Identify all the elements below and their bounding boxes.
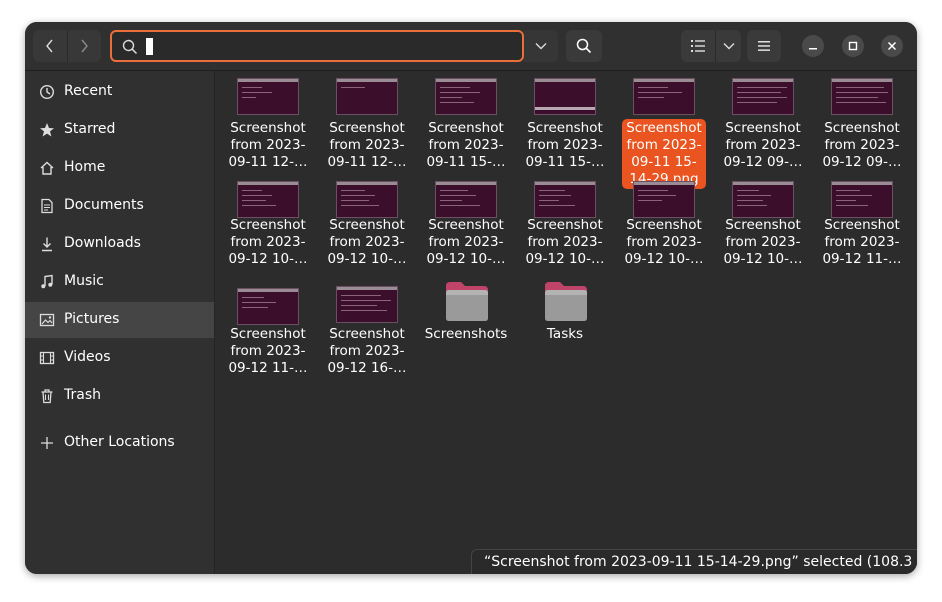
sidebar-item-trash[interactable]: Trash	[25, 378, 214, 414]
search-icon	[122, 39, 138, 55]
folder-name: Tasks	[546, 326, 584, 342]
star-icon	[40, 123, 54, 137]
sidebar-item-starred[interactable]: Starred	[25, 112, 214, 148]
file-name: Screenshot from 2023-09-12 11-…	[228, 326, 308, 376]
sidebar-item-other-locations[interactable]: Other Locations	[25, 425, 214, 461]
sidebar-item-downloads[interactable]: Downloads	[25, 226, 214, 262]
music-icon	[41, 274, 53, 289]
text-cursor	[146, 38, 153, 55]
sidebar-item-label: Documents	[64, 197, 144, 213]
image-thumbnail	[435, 78, 497, 115]
image-thumbnail	[534, 181, 596, 218]
back-button[interactable]	[33, 30, 67, 62]
file-name: Screenshot from 2023-09-11 12-…	[327, 120, 407, 170]
download-icon	[42, 237, 52, 252]
image-thumbnail	[336, 78, 398, 115]
close-icon	[887, 41, 897, 51]
close-button[interactable]	[881, 35, 903, 57]
file-manager-window: Recent Starred Home Documents Downloads …	[25, 22, 917, 574]
forward-button[interactable]	[66, 30, 102, 62]
file-name: Screenshot from 2023-09-12 16-…	[327, 326, 407, 376]
sidebar-item-label: Recent	[64, 83, 113, 99]
image-thumbnail	[534, 78, 596, 115]
clock-icon	[39, 84, 55, 100]
maximize-button[interactable]	[842, 35, 864, 57]
image-thumbnail	[237, 181, 299, 218]
sidebar-item-videos[interactable]: Videos	[25, 340, 214, 376]
main-menu-button[interactable]	[747, 30, 781, 62]
file-name: Screenshot from 2023-09-11 15-…	[426, 120, 506, 170]
video-icon	[39, 351, 55, 365]
sidebar-item-pictures[interactable]: Pictures	[25, 302, 214, 338]
sidebar-item-label: Videos	[64, 349, 111, 365]
image-thumbnail	[831, 78, 893, 115]
hamburger-menu-icon	[758, 41, 770, 51]
file-name-selected: Screenshot from 2023-09-11 15-14-29.png	[622, 119, 706, 189]
file-name: Screenshot from 2023-09-12 09-…	[822, 120, 902, 170]
sidebar-item-label: Trash	[64, 387, 101, 403]
image-thumbnail	[732, 78, 794, 115]
selection-status-bar: “Screenshot from 2023-09-11 15-14-29.png…	[471, 549, 917, 574]
chevron-down-icon	[723, 43, 734, 50]
list-view-button[interactable]	[681, 30, 715, 62]
header-bar	[25, 22, 917, 71]
file-name: Screenshot from 2023-09-12 10-…	[525, 217, 605, 267]
sidebar-item-home[interactable]: Home	[25, 150, 214, 186]
folder-name: Screenshots	[424, 326, 508, 342]
file-name: Screenshot from 2023-09-12 11-…	[822, 217, 902, 267]
file-name: Screenshot from 2023-09-12 10-…	[228, 217, 308, 267]
sidebar-item-label: Music	[64, 273, 104, 289]
sidebar-item-documents[interactable]: Documents	[25, 188, 214, 224]
file-name: Screenshot from 2023-09-12 09-…	[723, 120, 803, 170]
sidebar-item-label: Pictures	[64, 311, 120, 327]
search-options-dropdown[interactable]	[524, 30, 558, 62]
image-icon	[39, 313, 55, 327]
sidebar-item-label: Starred	[64, 121, 116, 137]
file-name: Screenshot from 2023-09-12 10-…	[723, 217, 803, 267]
image-thumbnail	[633, 181, 695, 218]
places-sidebar: Recent Starred Home Documents Downloads …	[25, 71, 215, 574]
search-input[interactable]	[156, 35, 510, 59]
file-name: Screenshot from 2023-09-12 10-…	[327, 217, 407, 267]
file-name: Screenshot from 2023-09-11 12-…	[228, 120, 308, 170]
chevron-left-icon	[45, 39, 53, 53]
sidebar-item-label: Other Locations	[64, 434, 175, 450]
sidebar-item-label: Home	[64, 159, 106, 175]
list-view-icon	[691, 40, 705, 52]
document-icon	[41, 198, 53, 214]
navigation-buttons	[33, 30, 101, 62]
image-thumbnail	[336, 286, 398, 323]
minimize-button[interactable]	[802, 35, 824, 57]
search-button[interactable]	[566, 30, 602, 62]
trash-icon	[41, 389, 53, 404]
view-options-dropdown[interactable]	[715, 30, 741, 62]
chevron-down-icon	[535, 43, 547, 50]
image-thumbnail	[237, 78, 299, 115]
maximize-icon	[848, 41, 858, 51]
image-thumbnail	[633, 78, 695, 115]
minimize-icon	[809, 48, 817, 50]
image-thumbnail	[732, 181, 794, 218]
sidebar-item-recent[interactable]: Recent	[25, 74, 214, 110]
search-icon	[576, 38, 592, 54]
image-thumbnail	[336, 181, 398, 218]
home-icon	[40, 161, 54, 175]
folder-icon	[446, 282, 488, 321]
chevron-right-icon	[81, 39, 89, 53]
sidebar-item-music[interactable]: Music	[25, 264, 214, 300]
plus-icon	[41, 437, 53, 449]
file-name: Screenshot from 2023-09-12 10-…	[426, 217, 506, 267]
file-grid: Screenshot from 2023-09-11 12-… Screensh…	[215, 71, 917, 574]
sidebar-item-label: Downloads	[64, 235, 141, 251]
image-thumbnail	[831, 181, 893, 218]
file-name: Screenshot from 2023-09-11 15-…	[525, 120, 605, 170]
image-thumbnail	[237, 288, 299, 325]
location-search-field[interactable]	[110, 30, 524, 62]
file-name: Screenshot from 2023-09-12 10-…	[624, 217, 704, 267]
folder-icon	[545, 282, 587, 321]
image-thumbnail	[435, 181, 497, 218]
